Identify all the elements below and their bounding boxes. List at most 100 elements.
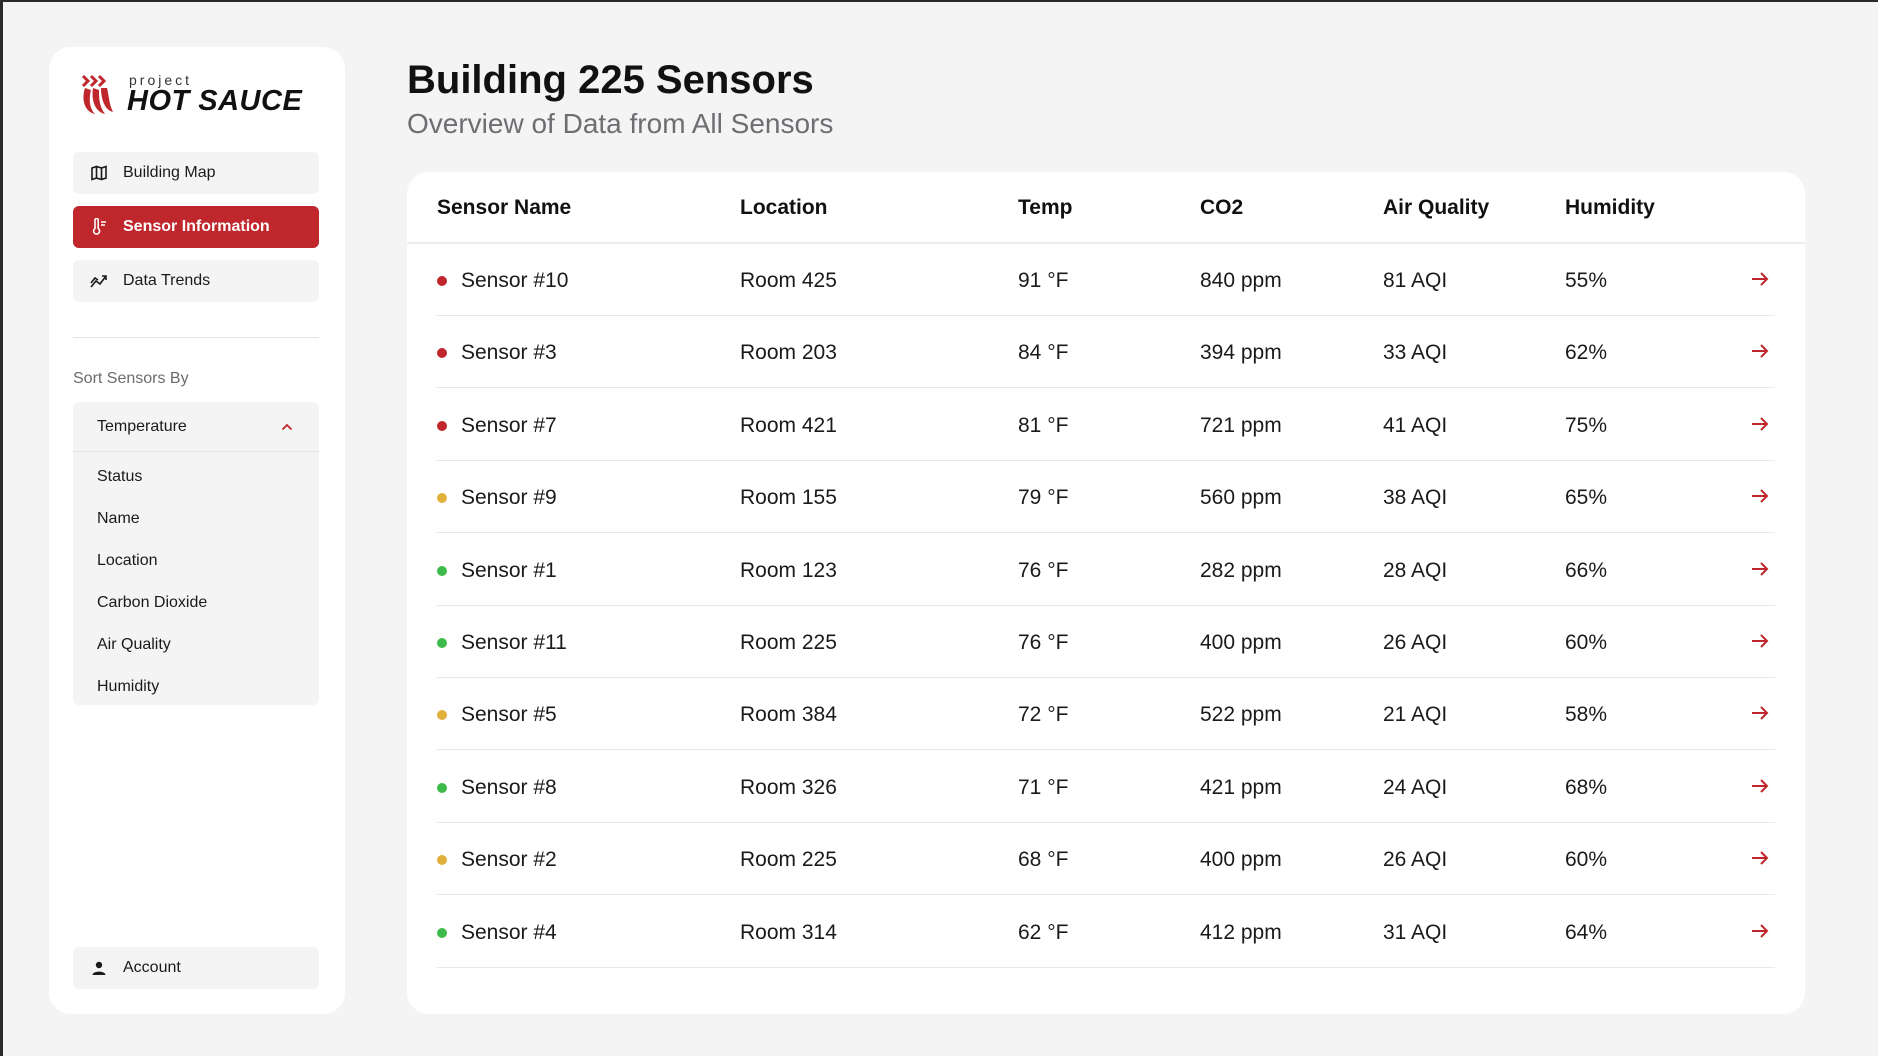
column-header-location[interactable]: Location bbox=[740, 196, 828, 220]
arrow-right-icon[interactable] bbox=[1749, 630, 1771, 652]
cell-location: Room 123 bbox=[740, 558, 837, 582]
nav-label: Building Map bbox=[123, 164, 216, 181]
column-header-co2[interactable]: CO2 bbox=[1200, 196, 1243, 220]
sort-option-humidity[interactable]: Humidity bbox=[73, 666, 319, 708]
account-button[interactable]: Account bbox=[73, 947, 319, 989]
cell-air-quality: 81 AQI bbox=[1383, 269, 1448, 292]
user-icon bbox=[89, 958, 109, 978]
cell-humidity: 64% bbox=[1565, 920, 1608, 944]
cell-humidity: 60% bbox=[1565, 631, 1608, 654]
column-header-temp[interactable]: Temp bbox=[1018, 196, 1072, 220]
sort-selected-option[interactable]: Temperature bbox=[73, 402, 319, 452]
cell-air-quality: 33 AQI bbox=[1383, 341, 1448, 365]
cell-location: Room 421 bbox=[740, 413, 837, 437]
sort-option-carbon-dioxide[interactable]: Carbon Dioxide bbox=[73, 582, 319, 624]
cell-sensor-name: Sensor #4 bbox=[461, 920, 557, 944]
arrow-right-icon[interactable] bbox=[1749, 847, 1771, 869]
cell-sensor-name: Sensor #10 bbox=[461, 269, 569, 292]
cell-humidity: 58% bbox=[1565, 703, 1608, 727]
chevron-up-icon bbox=[281, 418, 293, 436]
cell-co2: 840 ppm bbox=[1200, 269, 1282, 292]
column-header-sensor-name[interactable]: Sensor Name bbox=[437, 196, 571, 220]
table-row[interactable]: Sensor #1 Room 123 76 °F 282 ppm 28 AQI 66% bbox=[437, 534, 1775, 606]
status-dot-yellow bbox=[437, 855, 447, 866]
cell-location: Room 425 bbox=[740, 269, 837, 292]
table-row[interactable]: Sensor #9 Room 155 79 °F 560 ppm 38 AQI 65% bbox=[437, 461, 1775, 534]
sort-option-air-quality[interactable]: Air Quality bbox=[73, 624, 319, 666]
cell-air-quality: 24 AQI bbox=[1383, 775, 1448, 799]
nav-item-data-trends[interactable]: Data Trends bbox=[73, 260, 319, 302]
status-dot-green bbox=[437, 565, 447, 576]
status-dot-red bbox=[437, 420, 447, 431]
sidebar: project HOT SAUCE Building Map Sensor In… bbox=[49, 47, 345, 1014]
arrow-right-icon[interactable] bbox=[1749, 702, 1771, 724]
status-dot-green bbox=[437, 782, 447, 793]
arrow-right-icon[interactable] bbox=[1749, 340, 1771, 362]
logo-name: HOT SAUCE bbox=[127, 84, 303, 117]
arrow-right-icon[interactable] bbox=[1749, 413, 1771, 435]
column-header-humidity[interactable]: Humidity bbox=[1565, 196, 1655, 220]
nav-label: Data Trends bbox=[123, 272, 211, 289]
cell-co2: 412 ppm bbox=[1200, 920, 1282, 944]
cell-sensor-name: Sensor #1 bbox=[461, 558, 557, 582]
sort-option-name[interactable]: Name bbox=[73, 498, 319, 540]
table-row[interactable]: Sensor #8 Room 326 71 °F 421 ppm 24 AQI 68% bbox=[437, 751, 1775, 823]
cell-humidity: 68% bbox=[1565, 775, 1608, 799]
nav-item-sensor-information[interactable]: Sensor Information bbox=[73, 206, 319, 248]
cell-co2: 400 ppm bbox=[1200, 848, 1282, 872]
trend-chart-icon bbox=[89, 271, 109, 291]
sort-label: Sort Sensors By bbox=[73, 370, 189, 387]
arrow-right-icon[interactable] bbox=[1749, 558, 1771, 580]
status-dot-red bbox=[437, 348, 447, 359]
sort-option-location[interactable]: Location bbox=[73, 540, 319, 582]
cell-humidity: 66% bbox=[1565, 558, 1608, 582]
cell-air-quality: 31 AQI bbox=[1383, 920, 1448, 944]
cell-location: Room 384 bbox=[740, 703, 837, 727]
status-dot-green bbox=[437, 927, 447, 938]
map-icon bbox=[89, 163, 109, 183]
status-dot-yellow bbox=[437, 710, 447, 721]
cell-humidity: 62% bbox=[1565, 341, 1608, 365]
nav-item-building-map[interactable]: Building Map bbox=[73, 152, 319, 194]
status-dot-yellow bbox=[437, 493, 447, 504]
status-dot-green bbox=[437, 638, 447, 648]
table-row[interactable]: Sensor #2 Room 225 68 °F 400 ppm 26 AQI 60% bbox=[437, 823, 1775, 896]
cell-temp: 84 °F bbox=[1018, 341, 1069, 365]
table-row[interactable]: Sensor #5 Room 384 72 °F 522 ppm 21 AQI 58% bbox=[437, 678, 1775, 751]
arrow-right-icon[interactable] bbox=[1749, 485, 1771, 507]
cell-air-quality: 21 AQI bbox=[1383, 703, 1448, 727]
sensor-table: Sensor Name Location Temp CO2 Air Qualit… bbox=[407, 172, 1805, 1014]
table-row[interactable]: Sensor #3 Room 203 84 °F 394 ppm 33 AQI 62% bbox=[437, 316, 1775, 389]
arrow-right-icon[interactable] bbox=[1749, 775, 1771, 797]
table-header: Sensor Name Location Temp CO2 Air Qualit… bbox=[407, 172, 1805, 244]
cell-air-quality: 41 AQI bbox=[1383, 413, 1448, 437]
cell-temp: 68 °F bbox=[1018, 848, 1069, 872]
arrow-right-icon[interactable] bbox=[1749, 268, 1771, 290]
table-row[interactable]: Sensor #11 Room 225 76 °F 400 ppm 26 AQI 60% bbox=[437, 606, 1775, 678]
cell-location: Room 225 bbox=[740, 848, 837, 872]
logo: project HOT SAUCE bbox=[79, 69, 302, 119]
nav-label: Sensor Information bbox=[123, 218, 270, 235]
cell-temp: 76 °F bbox=[1018, 631, 1069, 654]
cell-humidity: 75% bbox=[1565, 413, 1608, 437]
column-header-air-quality[interactable]: Air Quality bbox=[1383, 196, 1489, 220]
sort-option-status[interactable]: Status bbox=[73, 456, 319, 498]
status-dot-red bbox=[437, 276, 447, 286]
cell-temp: 76 °F bbox=[1018, 558, 1069, 582]
cell-humidity: 60% bbox=[1565, 848, 1608, 872]
table-row[interactable]: Sensor #4 Room 314 62 °F 412 ppm 31 AQI 64% bbox=[437, 896, 1775, 968]
cell-location: Room 155 bbox=[740, 486, 837, 510]
cell-co2: 394 ppm bbox=[1200, 341, 1282, 365]
hot-sauce-logo-icon bbox=[81, 74, 113, 114]
table-row[interactable]: Sensor #7 Room 421 81 °F 721 ppm 41 AQI 75% bbox=[437, 389, 1775, 461]
cell-co2: 400 ppm bbox=[1200, 631, 1282, 654]
page-title: Building 225 Sensors bbox=[407, 58, 814, 102]
cell-air-quality: 28 AQI bbox=[1383, 558, 1448, 582]
cell-sensor-name: Sensor #2 bbox=[461, 848, 557, 872]
sort-dropdown: Temperature Status Name Location Carbon … bbox=[73, 402, 319, 705]
cell-humidity: 55% bbox=[1565, 269, 1608, 292]
arrow-right-icon[interactable] bbox=[1749, 920, 1771, 942]
cell-sensor-name: Sensor #3 bbox=[461, 341, 557, 365]
table-row[interactable]: Sensor #10 Room 425 91 °F 840 ppm 81 AQI 55% bbox=[437, 244, 1775, 316]
cell-co2: 421 ppm bbox=[1200, 775, 1282, 799]
